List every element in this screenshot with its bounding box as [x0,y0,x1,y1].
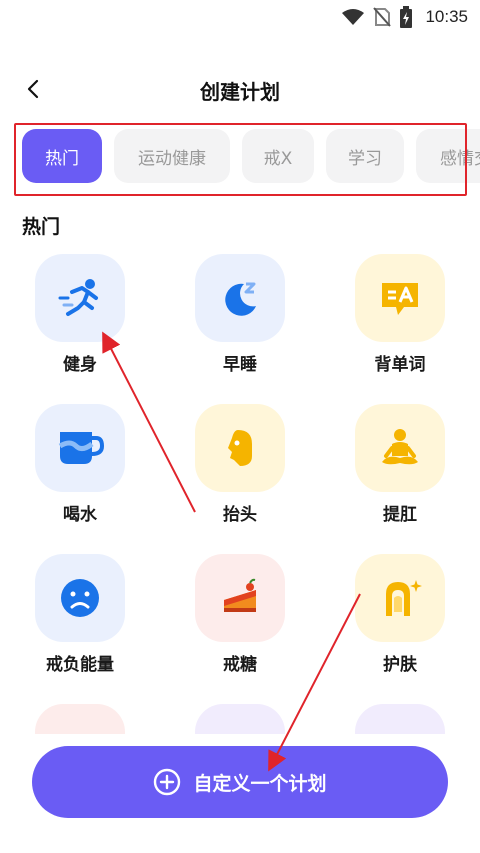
custom-plan-button[interactable]: 自定义一个计划 [32,746,448,818]
plan-item-partial[interactable] [340,704,460,734]
head-up-icon [228,430,252,466]
section-title: 热门 [22,216,61,238]
moon-sleep-icon [225,282,256,316]
plan-item-drink-water[interactable]: 喝水 [20,404,140,525]
plan-item-label: 护肤 [383,655,417,675]
page-title: 创建计划 [200,80,280,104]
cake-icon [224,578,256,612]
tab-quit-x[interactable]: 戒X [242,129,314,183]
plan-item-label: 戒糖 [223,655,257,675]
skincare-icon [386,580,422,616]
plan-icon-tile [35,404,125,492]
plan-item-head-up[interactable]: 抬头 [180,404,300,525]
plan-item-partial[interactable] [180,704,300,734]
status-time: 10:35 [425,7,468,26]
plan-item-quit-sugar[interactable]: 戒糖 [180,554,300,675]
plan-item-label: 健身 [63,355,97,375]
plan-item-label: 早睡 [223,355,257,375]
plan-grid: 健身 早睡 背单词 喝水 抬头 提肛 戒负能量 戒糖 护肤 [0,254,480,734]
plan-item-sleep-early[interactable]: 早睡 [180,254,300,375]
plan-item-quit-negativity[interactable]: 戒负能量 [20,554,140,675]
status-icons: 10:35 [341,6,468,28]
plan-item-label: 抬头 [223,505,257,525]
plan-item-label: 戒负能量 [46,655,114,675]
plan-item-label: 提肛 [383,505,417,525]
plan-item-label: 背单词 [374,355,426,375]
tab-relationship[interactable]: 感情交流 [416,129,480,183]
plan-item-kegel[interactable]: 提肛 [340,404,460,525]
plus-circle-icon [154,768,181,796]
category-tabs: 热门 运动健康 戒X 学习 感情交流 [0,129,480,183]
tab-list: 热门 运动健康 戒X 学习 感情交流 [22,129,480,183]
sad-face-icon [61,579,99,617]
tab-sports-health[interactable]: 运动健康 [114,129,230,183]
plan-icon-tile [355,404,445,492]
plan-item-fitness[interactable]: 健身 [20,254,140,375]
header: 创建计划 [0,64,480,114]
translate-icon [382,283,418,315]
plan-icon-tile [35,704,125,734]
plan-icon-tile [35,254,125,342]
meditation-icon [382,429,418,465]
plan-icon-tile [195,554,285,642]
plan-item-vocabulary[interactable]: 背单词 [340,254,460,375]
plan-icon-tile [195,254,285,342]
tab-hot[interactable]: 热门 [22,129,102,183]
plan-item-partial[interactable] [20,704,140,734]
plan-item-label: 喝水 [63,505,97,525]
plan-icon-tile [35,554,125,642]
plan-icon-tile [355,554,445,642]
plan-item-skincare[interactable]: 护肤 [340,554,460,675]
wifi-icon [342,9,365,25]
plan-icon-tile [355,254,445,342]
tab-study[interactable]: 学习 [326,129,404,183]
plan-icon-tile [195,704,285,734]
cup-icon [58,432,104,464]
plan-icon-tile [195,404,285,492]
plan-icon-tile [355,704,445,734]
custom-plan-label: 自定义一个计划 [193,772,327,795]
running-person-icon [58,279,98,316]
battery-charging-icon [400,6,413,28]
no-sim-icon [373,7,392,27]
status-bar: 10:35 [0,0,480,34]
